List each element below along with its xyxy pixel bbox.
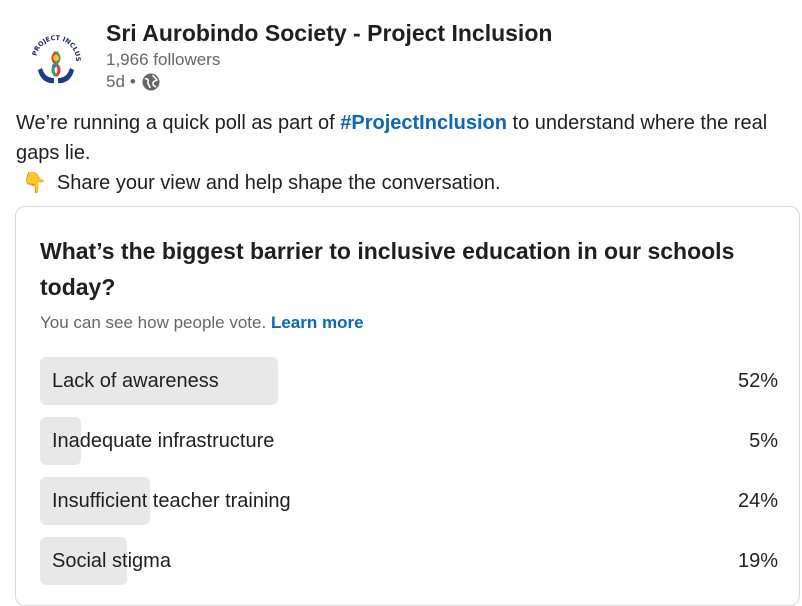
poll-question: What’s the biggest barrier to inclusive … [40, 238, 735, 300]
globe-icon [141, 72, 161, 92]
org-logo-avatar[interactable]: PROJECT INCLUSION [24, 28, 88, 92]
post-text-line-1: We’re running a quick poll as part of #P… [16, 108, 802, 168]
poll-option[interactable]: Insufficient teacher training 24% [40, 477, 778, 525]
post-time: 5d [106, 72, 125, 91]
author-name[interactable]: Sri Aurobindo Society - Project Inclusio… [106, 20, 552, 47]
ribbon-hands-logo-icon: PROJECT INCLUSION [24, 28, 82, 84]
learn-more-link[interactable]: Learn more [271, 313, 364, 332]
poll-option-label: Lack of awareness [52, 370, 219, 392]
poll-option-label: Inadequate infrastructure [52, 430, 275, 452]
poll-visibility-text: You can see how people vote. [40, 313, 267, 332]
poll-option-percent: 19% [737, 550, 778, 572]
post-body: We’re running a quick poll as part of #P… [16, 108, 802, 198]
poll-option[interactable]: Social stigma 19% [40, 537, 778, 585]
poll-option-label: Social stigma [52, 550, 171, 572]
poll-visibility-note: You can see how people vote. Learn more [40, 313, 364, 333]
poll-card: What’s the biggest barrier to inclusive … [15, 206, 800, 606]
poll-option-percent: 52% [737, 370, 778, 392]
meta-separator: • [129, 72, 136, 91]
post-meta: 5d • [106, 72, 161, 92]
poll-option-percent: 24% [737, 490, 778, 512]
poll-option-percent: 5% [749, 430, 778, 452]
post-text-line-2: 👇 Share your view and help shape the con… [22, 168, 802, 198]
poll-option[interactable]: Lack of awareness 52% [40, 357, 778, 405]
post-text-before-hashtag: We’re running a quick poll as part of [16, 112, 341, 134]
poll-option[interactable]: Inadequate infrastructure 5% [40, 417, 778, 465]
hashtag-link[interactable]: #ProjectInclusion [340, 112, 507, 134]
post-header: PROJECT INCLUSION Sri Aurobindo Society … [20, 14, 782, 100]
follower-count: 1,966 followers [106, 50, 221, 69]
poll-options: Lack of awareness 52% Inadequate infrast… [40, 357, 778, 597]
post-text-cta: Share your view and help shape the conve… [56, 172, 501, 194]
poll-option-label: Insufficient teacher training [52, 490, 291, 512]
pointing-down-icon: 👇 [22, 172, 47, 194]
